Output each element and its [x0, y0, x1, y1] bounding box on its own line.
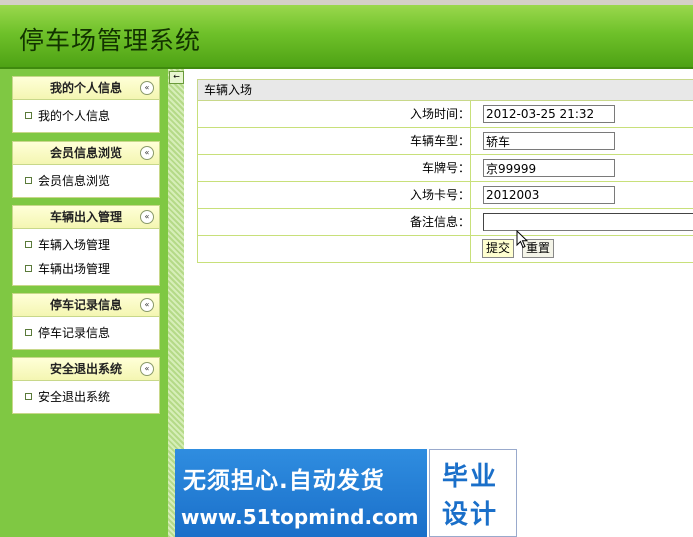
- watermark-logo-line2: 设计: [442, 500, 499, 530]
- submit-button[interactable]: 提交: [482, 239, 515, 258]
- watermark-logo-box: 毕业 设计: [429, 449, 517, 537]
- watermark-banner: 无须担心.自动发货 www.51topmind.com 毕业 设计: [175, 449, 519, 537]
- watermark-blue-panel: 无须担心.自动发货 www.51topmind.com: [175, 449, 427, 537]
- form-row-vehicle-type: 车辆车型：: [197, 128, 693, 155]
- sidebar: 我的个人信息 « 我的个人信息 会员信息浏览 « 会员信息浏览 车辆出入管理 «…: [0, 69, 168, 537]
- sidebar-group-header[interactable]: 我的个人信息 «: [12, 76, 160, 100]
- sidebar-item-vehicle-exit[interactable]: 车辆出场管理: [13, 257, 159, 281]
- entry-card-label: 入场卡号：: [198, 182, 471, 208]
- sidebar-group-records: 停车记录信息 « 停车记录信息: [12, 293, 160, 350]
- collapse-icon[interactable]: «: [140, 362, 154, 376]
- mouse-cursor-icon: [516, 230, 529, 249]
- sidebar-group-profile: 我的个人信息 « 我的个人信息: [12, 76, 160, 133]
- sidebar-group-title: 车辆出入管理: [49, 210, 122, 224]
- app-header: 停车场管理系统: [0, 5, 693, 69]
- plate-number-label: 车牌号：: [198, 155, 471, 181]
- bullet-icon: [25, 112, 32, 119]
- sidebar-group-title: 安全退出系统: [49, 362, 122, 376]
- sidebar-group-vehicle: 车辆出入管理 « 车辆入场管理 车辆出场管理: [12, 205, 160, 286]
- sidebar-group-header[interactable]: 会员信息浏览 «: [12, 141, 160, 165]
- sidebar-group-title: 我的个人信息: [49, 81, 122, 95]
- sidebar-item-vehicle-entry[interactable]: 车辆入场管理: [13, 233, 159, 257]
- bullet-icon: [25, 265, 32, 272]
- vehicle-type-input[interactable]: [483, 132, 615, 150]
- form-row-remarks: 备注信息：: [197, 209, 693, 236]
- remarks-input[interactable]: [483, 213, 693, 231]
- sidebar-item-parking-records[interactable]: 停车记录信息: [13, 321, 159, 345]
- sidebar-item-my-profile[interactable]: 我的个人信息: [13, 104, 159, 128]
- vehicle-entry-form: 车辆入场 入场时间： 车辆车型： 车牌号： 入场卡号： 备注信息： 提交 重置: [197, 79, 693, 263]
- collapse-icon[interactable]: «: [140, 81, 154, 95]
- sidebar-item-logout[interactable]: 安全退出系统: [13, 385, 159, 409]
- remarks-label: 备注信息：: [198, 209, 471, 235]
- form-title: 车辆入场: [197, 79, 693, 101]
- sidebar-group-logout: 安全退出系统 « 安全退出系统: [12, 357, 160, 414]
- form-row-actions: 提交 重置: [197, 236, 693, 263]
- sidebar-group-header[interactable]: 停车记录信息 «: [12, 293, 160, 317]
- sidebar-group-members: 会员信息浏览 « 会员信息浏览: [12, 141, 160, 198]
- collapse-icon[interactable]: «: [140, 298, 154, 312]
- form-row-plate-number: 车牌号：: [197, 155, 693, 182]
- watermark-slogan: 无须担心.自动发货: [183, 468, 385, 494]
- bullet-icon: [25, 393, 32, 400]
- sidebar-group-title: 会员信息浏览: [49, 146, 122, 160]
- form-row-entry-card: 入场卡号：: [197, 182, 693, 209]
- actions-label-cell: [198, 236, 471, 262]
- form-row-entry-time: 入场时间：: [197, 101, 693, 128]
- bullet-icon: [25, 177, 32, 184]
- entry-time-label: 入场时间：: [198, 101, 471, 127]
- sidebar-group-header[interactable]: 车辆出入管理 «: [12, 205, 160, 229]
- collapse-icon[interactable]: «: [140, 146, 154, 160]
- collapse-icon[interactable]: «: [140, 210, 154, 224]
- sidebar-group-title: 停车记录信息: [49, 298, 122, 312]
- watermark-url: www.51topmind.com: [181, 505, 419, 529]
- bullet-icon: [25, 241, 32, 248]
- watermark-logo-line1: 毕业: [442, 462, 499, 492]
- collapse-sidebar-icon[interactable]: ←: [169, 71, 184, 84]
- sidebar-group-header[interactable]: 安全退出系统 «: [12, 357, 160, 381]
- entry-card-input[interactable]: [483, 186, 615, 204]
- app-title: 停车场管理系统: [19, 26, 202, 55]
- bullet-icon: [25, 329, 32, 336]
- sidebar-item-member-browse[interactable]: 会员信息浏览: [13, 169, 159, 193]
- plate-number-input[interactable]: [483, 159, 615, 177]
- vehicle-type-label: 车辆车型：: [198, 128, 471, 154]
- entry-time-input[interactable]: [483, 105, 615, 123]
